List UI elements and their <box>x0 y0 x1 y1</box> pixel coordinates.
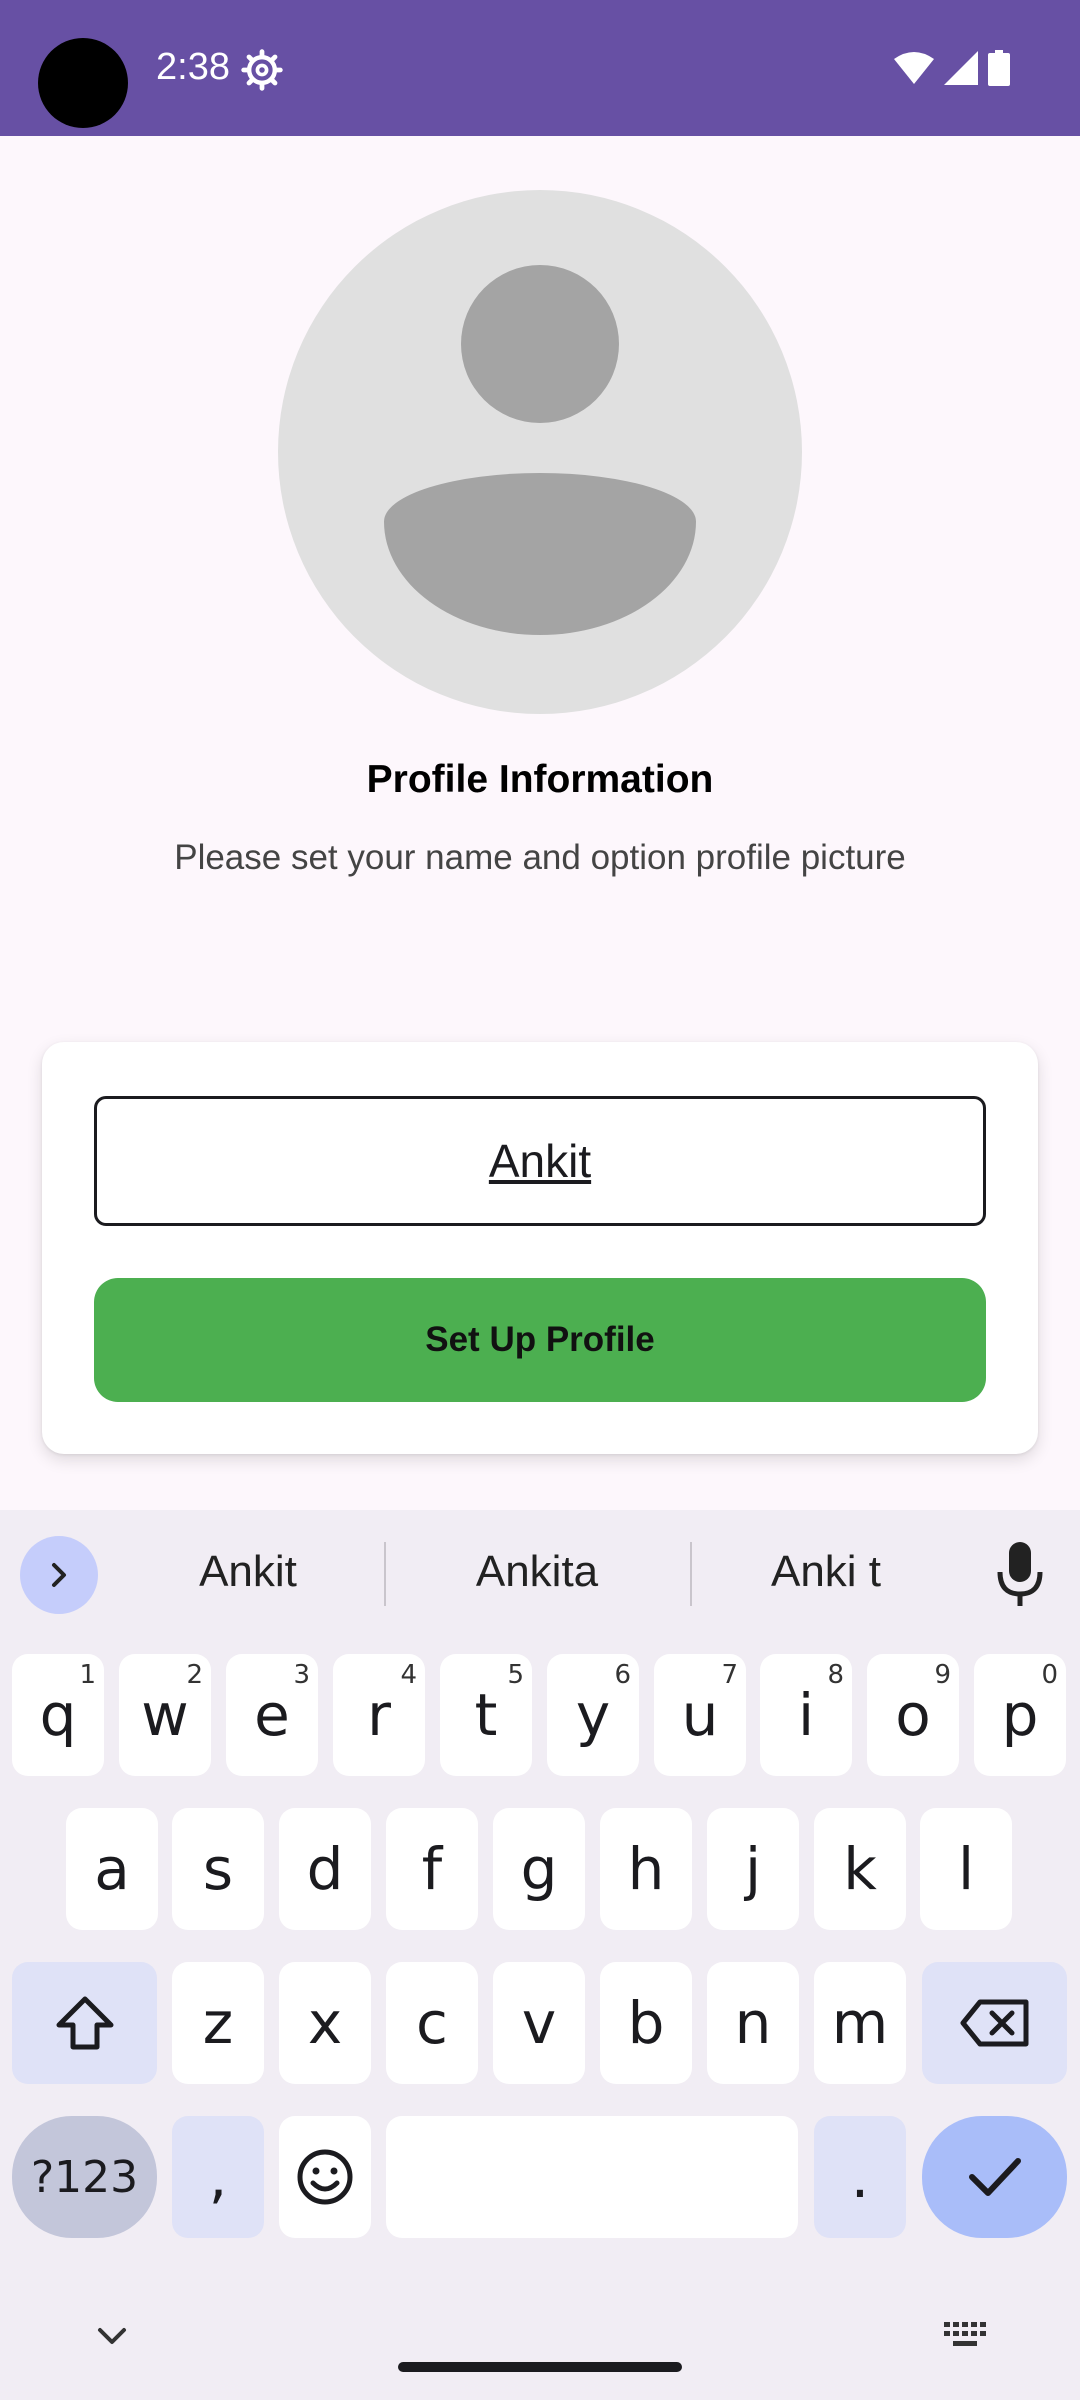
camera-cutout <box>38 38 128 128</box>
key-d[interactable]: d <box>279 1808 371 1930</box>
profile-form-card: Ankit Set Up Profile <box>42 1042 1038 1454</box>
status-icons <box>894 48 1010 88</box>
key-letter: y <box>575 1681 611 1749</box>
key-number-hint: 8 <box>827 1660 844 1690</box>
key-number-hint: 5 <box>507 1660 524 1690</box>
backspace-icon <box>960 1999 1028 2047</box>
shift-icon <box>56 1996 113 2050</box>
suggestion-1[interactable]: Ankit <box>138 1542 358 1602</box>
keyboard-switch-icon[interactable] <box>944 2322 988 2352</box>
key-i[interactable]: i8 <box>760 1654 852 1776</box>
checkmark-icon <box>968 2158 1021 2196</box>
key-m[interactable]: m <box>814 1962 906 2084</box>
status-bar: 2:38 <box>0 0 1080 136</box>
key-number-hint: 1 <box>79 1660 96 1690</box>
hide-keyboard-icon[interactable] <box>92 2318 132 2354</box>
key-number-hint: 3 <box>293 1660 310 1690</box>
comma-key[interactable]: , <box>172 2116 264 2238</box>
battery-icon <box>988 50 1010 86</box>
key-p[interactable]: p0 <box>974 1654 1066 1776</box>
key-number-hint: 0 <box>1041 1660 1058 1690</box>
key-r[interactable]: r4 <box>333 1654 425 1776</box>
key-j[interactable]: j <box>707 1808 799 1930</box>
suggestion-divider <box>384 1542 386 1606</box>
key-x[interactable]: x <box>279 1962 371 2084</box>
suggestion-3[interactable]: Anki t <box>716 1542 936 1602</box>
key-n[interactable]: n <box>707 1962 799 2084</box>
key-number-hint: 9 <box>934 1660 951 1690</box>
key-l[interactable]: l <box>920 1808 1012 1930</box>
key-number-hint: 2 <box>186 1660 203 1690</box>
key-f[interactable]: f <box>386 1808 478 1930</box>
key-c[interactable]: c <box>386 1962 478 2084</box>
suggestion-divider <box>690 1542 692 1606</box>
set-up-profile-button[interactable]: Set Up Profile <box>94 1278 986 1402</box>
key-letter: q <box>39 1681 77 1749</box>
key-o[interactable]: o9 <box>867 1654 959 1776</box>
status-time: 2:38 <box>156 46 230 88</box>
key-t[interactable]: t5 <box>440 1654 532 1776</box>
key-letter: o <box>895 1681 931 1749</box>
key-q[interactable]: q1 <box>12 1654 104 1776</box>
page-title: Profile Information <box>366 758 714 801</box>
chevron-right-icon <box>52 1563 66 1587</box>
page-subtitle: Please set your name and option profile … <box>174 838 906 877</box>
key-k[interactable]: k <box>814 1808 906 1930</box>
key-z[interactable]: z <box>172 1962 264 2084</box>
avatar-head-shape <box>461 265 619 423</box>
symbols-key[interactable]: ?123 <box>12 2116 157 2238</box>
key-letter: e <box>254 1681 290 1749</box>
home-gesture-bar[interactable] <box>398 2362 682 2372</box>
key-letter: r <box>367 1681 391 1749</box>
shift-key[interactable] <box>12 1962 157 2084</box>
key-g[interactable]: g <box>493 1808 585 1930</box>
settings-icon <box>241 49 283 91</box>
key-number-hint: 6 <box>614 1660 631 1690</box>
navigation-bar <box>0 2290 1080 2400</box>
key-a[interactable]: a <box>66 1808 158 1930</box>
expand-toolbar-button[interactable] <box>20 1536 98 1614</box>
wifi-icon <box>894 52 934 84</box>
emoji-key[interactable] <box>279 2116 371 2238</box>
emoji-icon <box>297 2149 353 2205</box>
signal-icon <box>944 51 978 85</box>
key-u[interactable]: u7 <box>654 1654 746 1776</box>
key-h[interactable]: h <box>600 1808 692 1930</box>
period-key[interactable]: . <box>814 2116 906 2238</box>
key-y[interactable]: y6 <box>547 1654 639 1776</box>
suggestion-strip: Ankit Ankita Anki t <box>0 1510 1080 1634</box>
space-key[interactable] <box>386 2116 798 2238</box>
backspace-key[interactable] <box>922 1962 1067 2084</box>
microphone-icon[interactable] <box>990 1540 1050 1610</box>
key-letter: t <box>474 1681 498 1749</box>
key-b[interactable]: b <box>600 1962 692 2084</box>
profile-picture-avatar[interactable] <box>278 190 802 714</box>
key-e[interactable]: e3 <box>226 1654 318 1776</box>
key-number-hint: 7 <box>721 1660 738 1690</box>
key-s[interactable]: s <box>172 1808 264 1930</box>
key-v[interactable]: v <box>493 1962 585 2084</box>
on-screen-keyboard: Ankit Ankita Anki t <box>0 1510 1080 2400</box>
avatar-body-shape <box>384 473 696 635</box>
name-input[interactable]: Ankit <box>94 1096 986 1226</box>
key-w[interactable]: w2 <box>119 1654 211 1776</box>
key-letter: w <box>141 1681 189 1749</box>
key-letter: p <box>1001 1681 1039 1749</box>
suggestion-2[interactable]: Ankita <box>420 1542 654 1602</box>
key-letter: i <box>797 1681 815 1749</box>
key-number-hint: 4 <box>400 1660 417 1690</box>
enter-key[interactable] <box>922 2116 1067 2238</box>
key-letter: u <box>681 1681 719 1749</box>
